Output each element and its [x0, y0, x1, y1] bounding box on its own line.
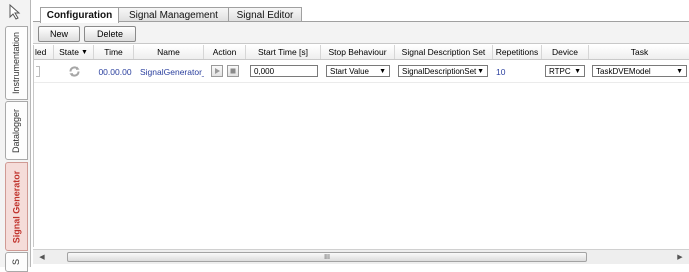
sort-down-icon: ▼: [80, 48, 88, 56]
new-button[interactable]: New: [38, 26, 80, 42]
dropdown-value: RTPC: [549, 66, 571, 76]
enabled-checkbox[interactable]: [36, 61, 44, 82]
column-header-label: State: [59, 47, 79, 57]
column-header-action[interactable]: Action: [204, 45, 246, 59]
chevron-down-icon: ▼: [379, 68, 386, 75]
column-header-repetitions[interactable]: Repetitions: [493, 45, 542, 59]
side-tab-signal-generator[interactable]: Signal Generator: [5, 162, 28, 251]
side-tab-label: S: [11, 258, 22, 266]
task-dropdown[interactable]: TaskDVEModel ▼: [592, 65, 687, 77]
play-icon[interactable]: [211, 65, 223, 77]
signal-generator-table: led State ▼ Time Name Action Start Time …: [33, 45, 689, 247]
device-dropdown[interactable]: RTPC ▼: [545, 65, 585, 77]
pointer-icon[interactable]: [7, 3, 25, 21]
table-header: led State ▼ Time Name Action Start Time …: [34, 45, 689, 60]
side-tab-instrumentation[interactable]: Instrumentation: [5, 26, 28, 100]
side-tab-label: Signal Generator: [11, 170, 22, 243]
table-row[interactable]: 00.00.00 SignalGenerator_ 0,000 Start Va…: [34, 61, 689, 83]
signal-name[interactable]: SignalGenerator_: [140, 61, 204, 82]
refresh-state-icon: [64, 61, 84, 82]
scroll-left-icon[interactable]: ◀: [36, 251, 48, 263]
dropdown-value: SignalDescriptionSet: [402, 66, 477, 76]
scrollbar-grip: III: [324, 253, 330, 261]
chevron-down-icon: ▼: [574, 68, 581, 75]
side-tab-label: Instrumentation: [11, 31, 22, 95]
column-header-time[interactable]: Time: [94, 45, 134, 59]
tab-signal-management[interactable]: Signal Management: [118, 7, 229, 22]
side-tab-more[interactable]: S: [5, 252, 28, 272]
delete-button[interactable]: Delete: [84, 26, 136, 42]
tab-signal-editor[interactable]: Signal Editor: [228, 7, 302, 22]
tab-label: Signal Editor: [236, 9, 294, 21]
tab-configuration[interactable]: Configuration: [40, 7, 119, 23]
column-header-signal-description-set[interactable]: Signal Description Set: [395, 45, 493, 59]
start-time-input[interactable]: 0,000: [250, 65, 318, 77]
dropdown-value: TaskDVEModel: [596, 66, 651, 76]
tab-label: Signal Management: [129, 9, 218, 21]
signal-description-set-dropdown[interactable]: SignalDescriptionSet ▼: [398, 65, 488, 77]
stop-icon[interactable]: [227, 65, 239, 77]
dropdown-value: Start Value: [330, 66, 369, 76]
column-header-device[interactable]: Device: [542, 45, 589, 59]
scroll-right-icon[interactable]: ▶: [674, 251, 686, 263]
scrollbar-thumb[interactable]: III: [67, 252, 587, 262]
repetitions-value[interactable]: 10: [496, 61, 536, 82]
horizontal-scrollbar[interactable]: ◀ III ▶: [33, 249, 689, 264]
tab-label: Configuration: [46, 10, 113, 21]
side-tab-datalogger[interactable]: Datalogger: [5, 101, 28, 160]
column-header-enabled[interactable]: led: [34, 45, 54, 59]
stop-behaviour-dropdown[interactable]: Start Value ▼: [326, 65, 390, 77]
side-tab-strip: Instrumentation Datalogger Signal Genera…: [0, 0, 31, 272]
chevron-down-icon: ▼: [477, 68, 484, 75]
column-header-stop-behaviour[interactable]: Stop Behaviour: [321, 45, 395, 59]
toolbar: New Delete: [33, 22, 689, 44]
side-tab-label: Datalogger: [11, 108, 22, 153]
time-value: 00.00.00: [98, 66, 132, 77]
column-header-state[interactable]: State ▼: [54, 45, 94, 59]
column-header-task[interactable]: Task: [589, 45, 689, 59]
column-header-name[interactable]: Name: [134, 45, 204, 59]
column-header-start-time[interactable]: Start Time [s]: [246, 45, 321, 59]
chevron-down-icon: ▼: [676, 68, 683, 75]
